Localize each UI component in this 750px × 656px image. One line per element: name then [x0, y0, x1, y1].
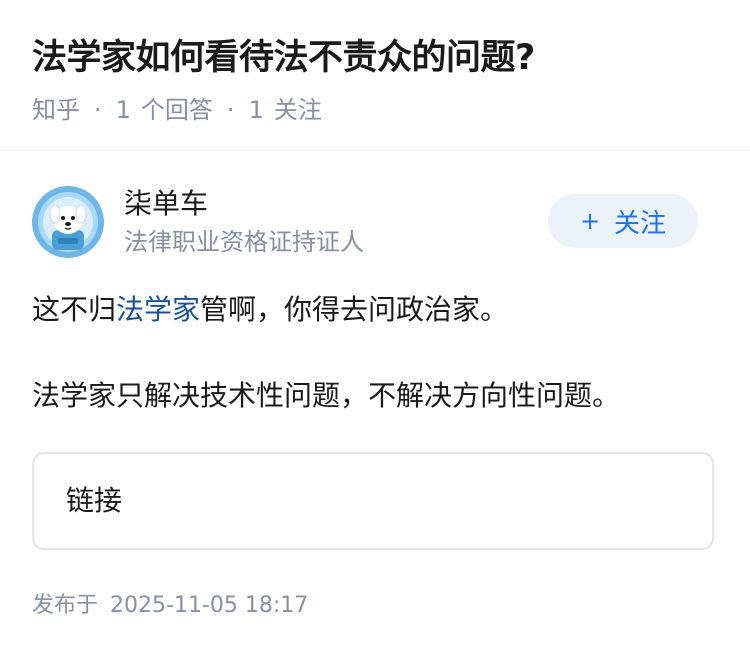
dog-astronaut-avatar-icon[interactable]	[32, 186, 104, 258]
answer-text: 管啊，你得去问政治家。	[200, 293, 509, 326]
plus-icon: +	[579, 207, 601, 235]
follow-button[interactable]: + 关注	[548, 194, 698, 248]
answer-count-label: 个回答	[140, 96, 213, 124]
answer-paragraph: 法学家只解决技术性问题，不解决方向性问题。	[32, 379, 621, 412]
published-label: 发布于	[32, 593, 99, 618]
published-time: 2025-11-05 18:17	[110, 593, 309, 618]
answer-link[interactable]: 法学家	[116, 293, 200, 326]
author-name[interactable]: 柒单车	[124, 184, 208, 224]
link-card[interactable]: 链接	[32, 452, 714, 550]
question-title[interactable]: 法学家如何看待法不责众的问题?	[32, 30, 535, 86]
separator-dot: ·	[94, 96, 102, 124]
answer-paragraph: 这不归法学家管啊，你得去问政治家。	[32, 286, 722, 334]
question-meta: 知乎 · 1 个回答 · 1 关注	[32, 92, 322, 128]
follow-button-label: 关注	[614, 208, 667, 239]
link-card-label: 链接	[66, 484, 123, 517]
answer-count: 1	[115, 96, 131, 124]
site-name[interactable]: 知乎	[32, 92, 80, 128]
answer-content: 这不归法学家管啊，你得去问政治家。 法学家只解决技术性问题，不解决方向性问题。	[32, 286, 722, 420]
divider	[0, 150, 750, 151]
follow-count: 1	[248, 96, 264, 124]
answer-text: 这不归	[32, 293, 117, 326]
author-bio: 法律职业资格证持证人	[124, 228, 364, 256]
published-info: 发布于 2025-11-05 18:17	[32, 588, 308, 624]
separator-dot: ·	[226, 96, 235, 124]
follow-count-label: 关注	[273, 96, 322, 124]
